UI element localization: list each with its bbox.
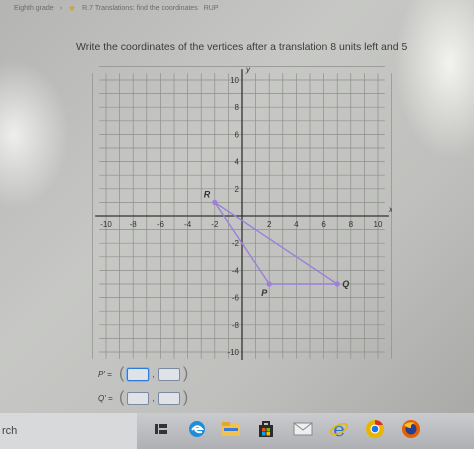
answer-row-q: Q' = ( , ) xyxy=(98,389,188,407)
p-y-input[interactable] xyxy=(157,367,180,381)
y-tick-label: 8 xyxy=(235,103,240,112)
y-tick-label: 4 xyxy=(235,158,240,167)
store-icon[interactable] xyxy=(255,418,277,440)
answer-label-p: P' = xyxy=(98,369,112,379)
x-axis-label: x xyxy=(388,205,392,214)
comma: , xyxy=(152,369,155,379)
x-tick-label: -6 xyxy=(157,220,165,229)
x-tick-label: -2 xyxy=(211,220,219,229)
breadcrumb: Eighth grade › ★ R.7 Translations: find … xyxy=(14,3,218,14)
vertex-label: R xyxy=(204,189,211,199)
y-tick-label: 10 xyxy=(230,76,239,85)
open-paren: ( xyxy=(119,365,125,382)
y-tick-label: 6 xyxy=(235,130,240,139)
breadcrumb-grade[interactable]: Eighth grade xyxy=(14,5,54,12)
chevron-right-icon: › xyxy=(59,5,63,12)
x-tick-label: 4 xyxy=(294,220,299,229)
browser-content: Eighth grade › ★ R.7 Translations: find … xyxy=(0,0,474,413)
ie-icon[interactable]: e xyxy=(328,418,350,440)
y-tick-label: -2 xyxy=(232,239,240,248)
y-tick-label: -8 xyxy=(232,321,240,330)
star-icon: ★ xyxy=(68,3,77,13)
close-paren: ) xyxy=(182,389,189,406)
y-tick-label: 2 xyxy=(235,185,240,194)
screen-glare xyxy=(394,0,474,160)
screen-glare xyxy=(0,60,70,210)
q-y-input[interactable] xyxy=(157,391,180,405)
vertex-point xyxy=(334,281,340,287)
y-tick-label: -10 xyxy=(227,348,239,357)
vertex-label: Q xyxy=(342,279,349,289)
vertex-point xyxy=(212,199,218,205)
x-tick-label: 2 xyxy=(267,220,272,229)
open-paren: ( xyxy=(119,389,125,406)
breadcrumb-skill: R.7 Translations: find the coordinates xyxy=(82,5,198,12)
x-tick-label: 8 xyxy=(349,220,354,229)
answer-area: P' = ( , ) Q' = ( , ) xyxy=(98,365,188,413)
search-text: rch xyxy=(2,425,18,437)
x-tick-label: -4 xyxy=(184,220,192,229)
coordinate-grid[interactable]: -10-8-6-4-2246810108642-2-4-6-8-10xyRPQ xyxy=(92,60,392,360)
firefox-icon[interactable] xyxy=(400,418,422,440)
question-prompt: Write the coordinates of the vertices af… xyxy=(76,41,408,53)
chrome-icon[interactable] xyxy=(364,418,386,440)
edge-icon[interactable] xyxy=(186,418,208,440)
breadcrumb-code: RUP xyxy=(203,5,219,12)
y-tick-label: -6 xyxy=(232,294,240,303)
x-tick-label: -10 xyxy=(100,220,112,229)
vertex-label: P xyxy=(261,288,268,298)
mail-icon[interactable] xyxy=(292,418,314,440)
task-view-icon[interactable] xyxy=(150,418,172,440)
vertex-point xyxy=(266,281,272,287)
x-tick-label: -8 xyxy=(130,220,138,229)
file-explorer-icon[interactable] xyxy=(220,418,242,440)
q-x-input[interactable] xyxy=(127,391,150,405)
y-tick-label: -4 xyxy=(232,266,240,275)
comma: , xyxy=(152,393,155,403)
answer-label-q: Q' = xyxy=(98,393,113,403)
x-tick-label: 10 xyxy=(374,220,383,229)
x-tick-label: 6 xyxy=(321,220,326,229)
close-paren: ) xyxy=(182,365,189,382)
svg-text:e: e xyxy=(333,419,345,439)
p-x-input[interactable] xyxy=(127,367,150,381)
taskbar-search-box[interactable]: rch xyxy=(0,413,137,449)
answer-row-p: P' = ( , ) xyxy=(98,365,188,383)
